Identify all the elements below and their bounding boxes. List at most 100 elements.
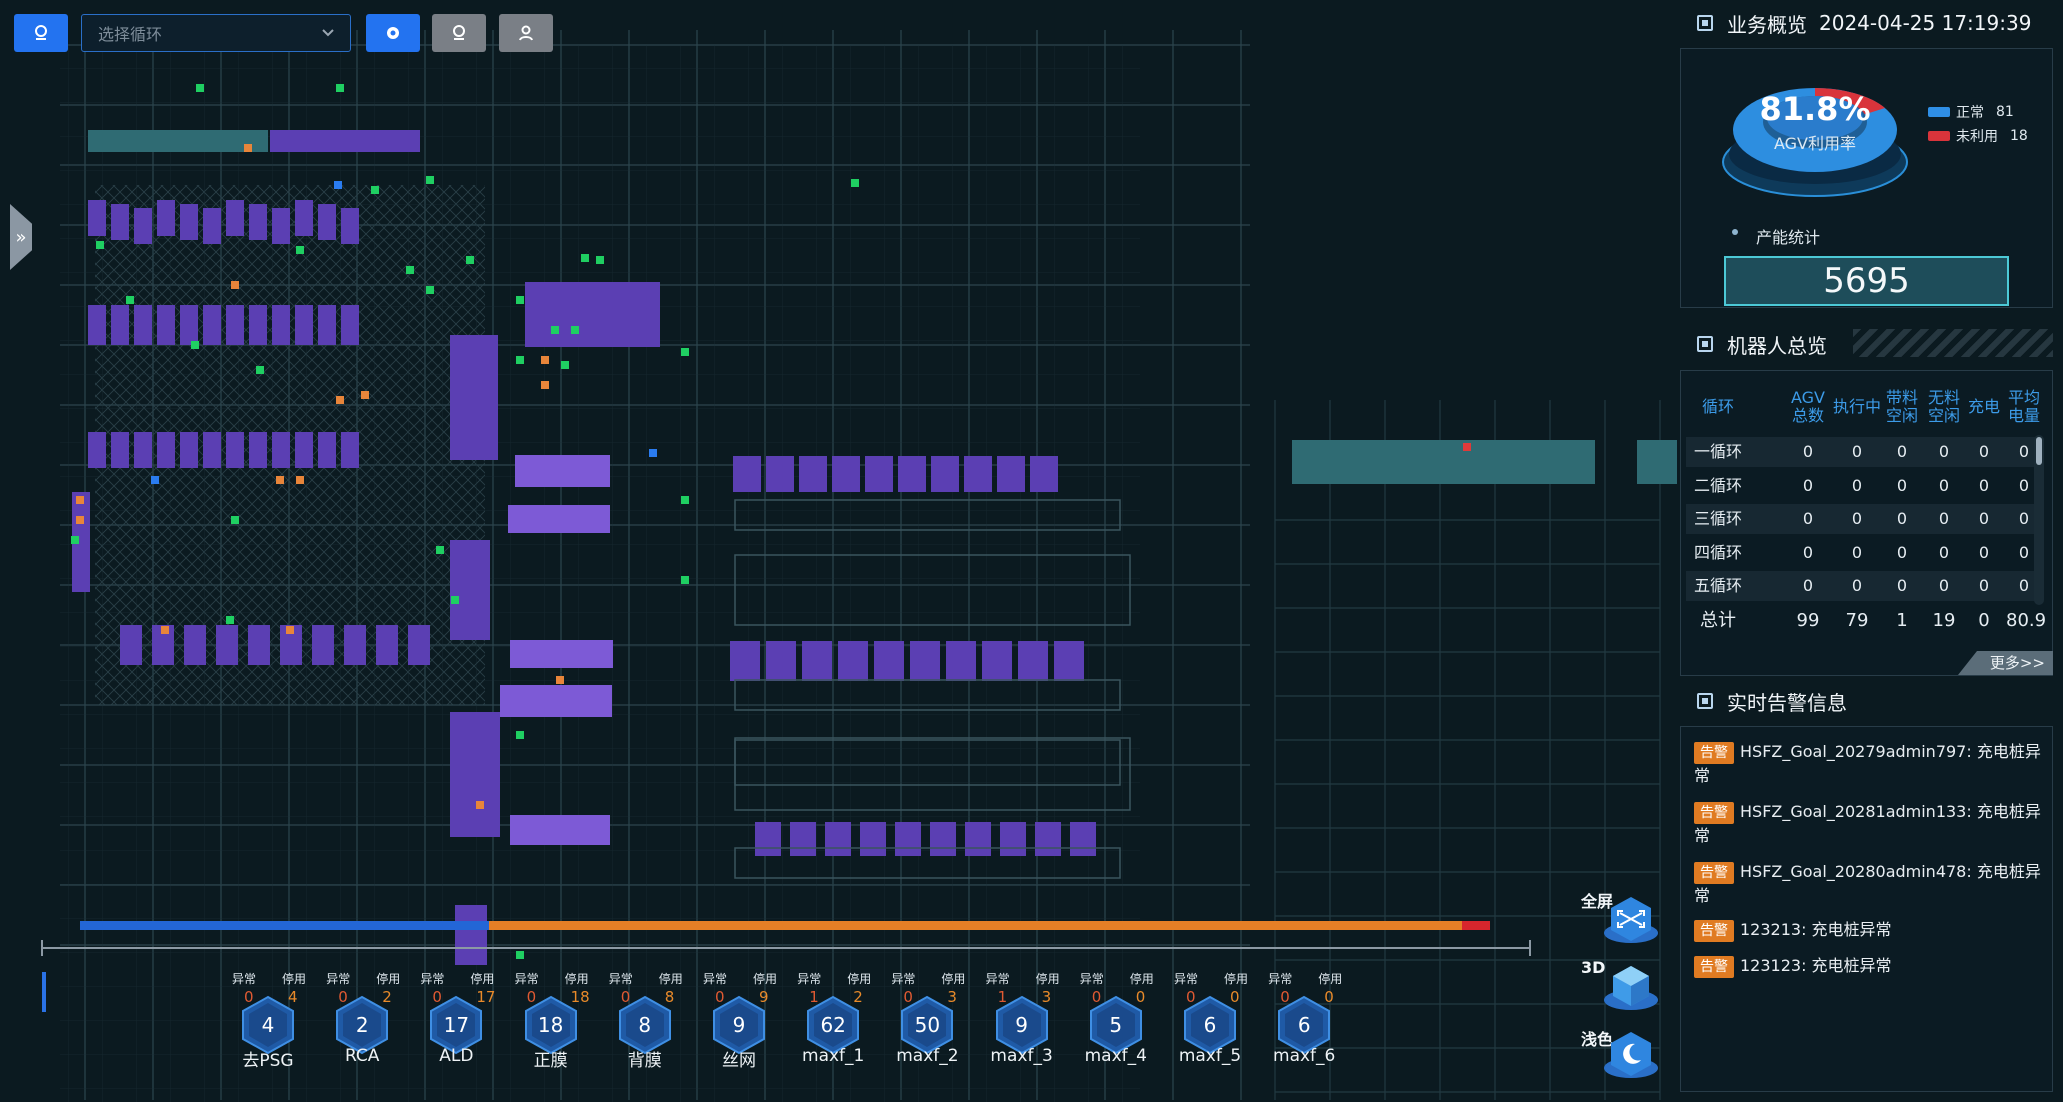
agv-marker-green — [681, 348, 689, 356]
map-block — [802, 641, 832, 681]
table-cell: 五循环 — [1693, 576, 1742, 595]
table-cell: 0 — [1802, 442, 1814, 461]
abnormal-label: 异常 — [703, 972, 728, 986]
fullscreen-button[interactable] — [1602, 895, 1660, 947]
table-cell: 0 — [1851, 509, 1863, 528]
map-block — [930, 822, 956, 856]
alarm-item[interactable]: 告警 123123: 充电桩异常 — [1694, 954, 2046, 978]
alarm-item[interactable]: 告警 HSFZ_Goal_20280admin478: 充电桩异常 — [1694, 860, 2046, 908]
agv-marker-blue — [334, 181, 342, 189]
agv-marker-green — [516, 356, 524, 364]
abnormal-label: 异常 — [420, 972, 445, 986]
map-block — [180, 305, 198, 345]
disabled-label: 停用 — [1224, 972, 1249, 986]
table-cell: 二循环 — [1693, 475, 1742, 495]
agv-marker-green — [466, 256, 474, 264]
legend-unused-value: 18 — [2010, 128, 2028, 144]
map-block — [931, 456, 959, 492]
panel-square-icon — [1697, 336, 1713, 352]
table-cell: 0 — [1938, 542, 1950, 562]
map-block — [318, 204, 336, 240]
abnormal-label: 异常 — [985, 972, 1010, 986]
map-block — [249, 432, 267, 468]
map-block — [318, 432, 336, 468]
alarm-tag: 告警 — [1694, 956, 1734, 978]
locate-button[interactable] — [14, 14, 68, 52]
agv-marker-orange — [361, 391, 369, 399]
map-block — [946, 641, 976, 681]
map-block — [272, 305, 290, 345]
line-station — [450, 712, 500, 837]
line-station — [500, 685, 612, 717]
map-block — [1030, 456, 1058, 492]
agv-marker-blue — [151, 476, 159, 484]
abnormal-label: 异常 — [326, 972, 351, 986]
table-cell: 79 — [1845, 610, 1869, 631]
col-header-charging: 充电 — [1967, 397, 2000, 416]
map-block — [312, 625, 334, 665]
agv-marker-green — [256, 366, 264, 374]
alarm-item[interactable]: 告警 123213: 充电桩异常 — [1694, 918, 2046, 942]
agv-marker-green — [561, 361, 569, 369]
location-pin-outline-icon — [453, 25, 465, 40]
legend-normal-swatch — [1928, 107, 1950, 117]
alarm-tag: 告警 — [1694, 742, 1734, 764]
map-block — [157, 200, 175, 236]
panel-square-icon — [1697, 693, 1713, 709]
table-cell: 0 — [1938, 509, 1950, 528]
map-block — [272, 432, 290, 468]
disabled-label: 停用 — [470, 972, 495, 986]
station-name: maxf_5 — [1178, 1046, 1242, 1066]
disabled-label: 停用 — [1035, 972, 1060, 986]
table-cell: 19 — [1932, 610, 1956, 631]
map-block — [997, 456, 1025, 492]
map-block — [1035, 822, 1061, 856]
abnormal-label: 异常 — [514, 972, 539, 986]
3d-button[interactable] — [1602, 962, 1660, 1014]
agv-marker-green — [191, 341, 199, 349]
table-cell: 一循环 — [1693, 442, 1742, 461]
table-cell: 0 — [1802, 509, 1814, 528]
disabled-label: 停用 — [658, 972, 683, 986]
table-cell: 80.9 — [2006, 610, 2047, 631]
map-block — [982, 641, 1012, 681]
light-mode-button[interactable] — [1602, 1030, 1660, 1082]
header-stripes — [1853, 329, 2053, 357]
line-station — [510, 815, 610, 845]
abnormal-label: 异常 — [608, 972, 633, 986]
agv-marker-green — [596, 256, 604, 264]
agv-marker-orange — [161, 626, 169, 634]
legend-normal: 正常 81 — [1928, 102, 2014, 122]
agv-marker-green — [126, 296, 134, 304]
map-block — [184, 625, 206, 665]
map-block — [248, 625, 270, 665]
robot-table-scroll-thumb[interactable] — [2036, 437, 2042, 465]
map-block — [203, 432, 221, 468]
map-block — [249, 305, 267, 345]
col-header-loaded-idle: 带料空闲 — [1885, 388, 1918, 425]
table-cell: 0 — [1978, 542, 1990, 562]
map-block — [910, 641, 940, 681]
alarm-text: HSFZ_Goal_20281admin133: 充电桩异常 — [1694, 802, 2041, 845]
user-button[interactable] — [499, 14, 553, 52]
settings-button[interactable] — [366, 14, 420, 52]
capacity-label: 产能统计 — [1756, 228, 1821, 247]
capacity-dot — [1732, 229, 1738, 235]
map-block — [341, 305, 359, 345]
alarm-item[interactable]: 告警 HSFZ_Goal_20281admin133: 充电桩异常 — [1694, 800, 2046, 848]
location-button[interactable] — [432, 14, 486, 52]
alarm-item[interactable]: 告警 HSFZ_Goal_20279admin797: 充电桩异常 — [1694, 740, 2046, 788]
line-station — [1637, 440, 1677, 484]
map-block — [408, 625, 430, 665]
utilization-value: 81.8% — [1759, 90, 1871, 128]
agv-marker-green — [226, 616, 234, 624]
double-chevron-right-icon: » — [15, 226, 27, 248]
progress-orange-segment — [488, 921, 1462, 930]
disabled-label: 停用 — [282, 972, 307, 986]
legend-unused: 未利用 18 — [1928, 126, 2028, 146]
table-cell: 0 — [1802, 576, 1814, 595]
map-block — [730, 641, 760, 681]
alarm-header: 实时告警信息 — [1685, 684, 2053, 718]
cycle-select[interactable]: 选择循环 — [81, 14, 351, 52]
table-cell: 总计 — [1700, 610, 1736, 631]
